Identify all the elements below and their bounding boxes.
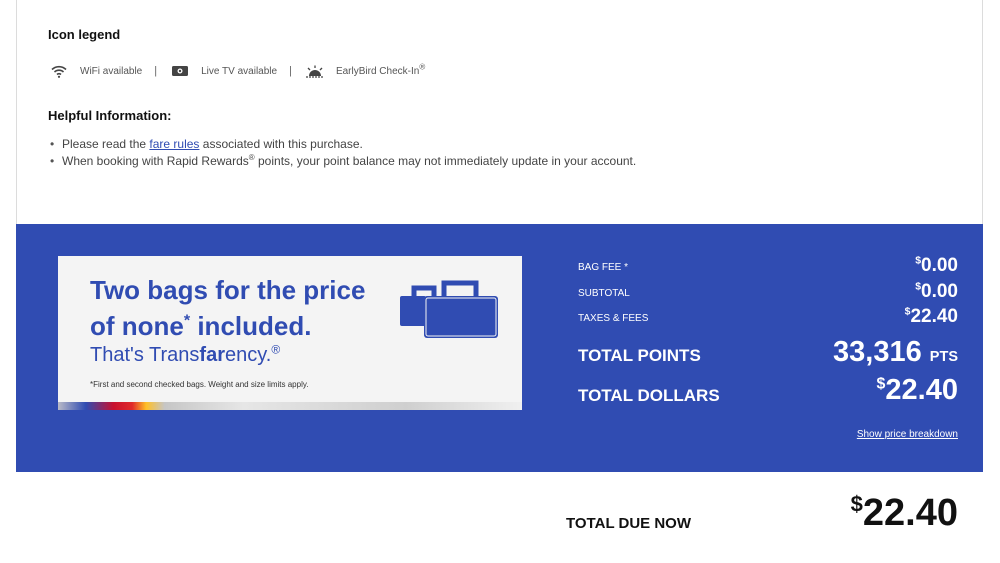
helpful-info-list: Please read the fare rules associated wi… [48,136,636,170]
earlybird-icon [304,63,326,79]
fare-rules-link[interactable]: fare rules [149,137,199,151]
legend-separator: | [289,65,292,77]
live-tv-legend-label: Live TV available [201,65,278,77]
suitcases-icon [400,280,498,338]
subtotal-amount: $0.00 [915,281,958,302]
wifi-legend-label: WiFi available [80,65,143,77]
live-tv-icon [169,63,191,79]
total-dollars-label: TOTAL DOLLARS [578,386,720,405]
taxes-fees-label: TAXES & FEES [578,313,649,324]
bag-fee-amount: $0.00 [915,255,958,276]
icon-legend-row: WiFi available | Live TV available | Ear… [48,62,425,80]
total-due-now-label: TOTAL DUE NOW [566,515,691,532]
bag-fee-label: BAG FEE * [578,262,629,273]
total-dollars-amount: $22.40 [876,374,958,406]
promo-headline: Two bags for the price of none* included… [90,275,366,341]
taxes-fees-amount: $22.40 [904,306,958,327]
wifi-icon [48,63,70,79]
promo-tagline: That's Transfarency.® [90,342,281,366]
list-item: When booking with Rapid Rewards® points,… [48,153,636,170]
promo-fine-print: *First and second checked bags. Weight a… [90,380,309,389]
total-points-label: TOTAL POINTS [578,346,701,365]
helpful-info-title: Helpful Information: [48,108,172,123]
total-due-now-amount: $22.40 [850,491,958,534]
total-points-amount: 33,316 PTS [833,336,958,368]
earlybird-legend-label: EarlyBird Check-In® [335,62,426,77]
subtotal-label: SUBTOTAL [578,288,630,299]
icon-legend-title: Icon legend [48,27,121,42]
legend-separator: | [154,65,158,77]
transfarency-promo-banner: Two bags for the price of none* included… [58,256,522,410]
brand-stripe [58,402,522,410]
list-item: Please read the fare rules associated wi… [48,136,636,153]
show-price-breakdown-link[interactable]: Show price breakdown [857,429,958,440]
